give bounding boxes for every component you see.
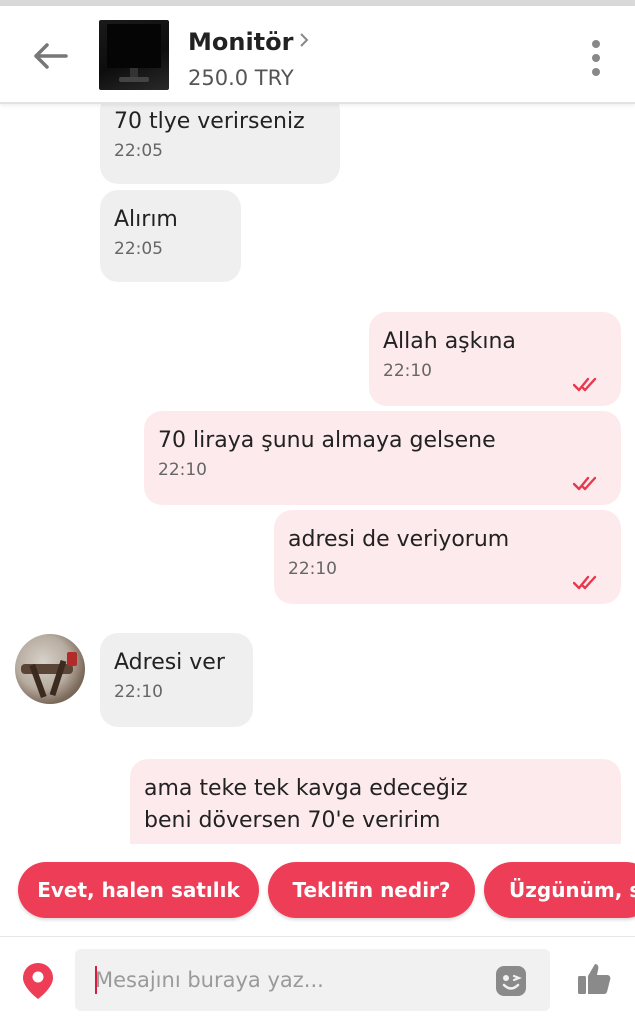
message-time: 22:10 bbox=[158, 460, 207, 480]
quick-replies: Evet, halen satılık Teklifin nedir? Üzgü… bbox=[0, 854, 635, 926]
quick-reply-button[interactable]: Teklifin nedir? bbox=[268, 862, 475, 918]
back-button[interactable] bbox=[26, 34, 74, 78]
emoji-icon[interactable] bbox=[494, 964, 528, 998]
message-text: 70 liraya şunu almaya gelsene bbox=[158, 428, 496, 453]
product-price: 250.0 TRY bbox=[188, 66, 294, 90]
message-bubble-outgoing[interactable]: ama teke tek kavga edeceğiz beni döverse… bbox=[130, 759, 621, 844]
message-input[interactable] bbox=[95, 962, 475, 998]
arrow-left-icon bbox=[34, 43, 68, 69]
double-check-icon bbox=[573, 476, 597, 491]
quick-reply-button[interactable]: Üzgünüm, s bbox=[484, 862, 635, 918]
double-check-icon bbox=[573, 575, 597, 590]
message-time: 22:05 bbox=[114, 239, 163, 259]
double-check-icon bbox=[573, 377, 597, 392]
message-bubble-incoming[interactable]: Adresi ver 22:10 bbox=[100, 633, 253, 727]
message-time: 22:05 bbox=[114, 141, 163, 161]
message-text: 70 tlye verirseniz bbox=[114, 109, 305, 134]
product-thumbnail[interactable] bbox=[99, 20, 169, 90]
chat-header: Monitör 250.0 TRY bbox=[0, 6, 635, 104]
message-text: Allah aşkına bbox=[383, 329, 516, 354]
message-time: 22:10 bbox=[114, 682, 163, 702]
location-pin-icon[interactable] bbox=[20, 961, 56, 1001]
quick-reply-button[interactable]: Evet, halen satılık bbox=[18, 862, 259, 918]
message-bubble-outgoing[interactable]: adresi de veriyorum 22:10 bbox=[274, 510, 621, 604]
message-bubble-outgoing[interactable]: Allah aşkına 22:10 bbox=[369, 312, 621, 406]
more-options-button[interactable] bbox=[584, 36, 608, 80]
message-bubble-incoming[interactable]: Alırım 22:05 bbox=[100, 190, 241, 282]
product-title-link[interactable]: Monitör bbox=[188, 28, 309, 56]
message-text: Alırım bbox=[114, 207, 178, 232]
message-list[interactable]: 70 tlye verirseniz 22:05 Alırım 22:05 Al… bbox=[0, 104, 635, 844]
message-text: Adresi ver bbox=[114, 650, 225, 675]
sender-avatar[interactable] bbox=[15, 634, 85, 704]
message-bubble-incoming[interactable]: 70 tlye verirseniz 22:05 bbox=[100, 104, 340, 184]
message-bubble-outgoing[interactable]: 70 liraya şunu almaya gelsene 22:10 bbox=[144, 411, 621, 505]
chevron-right-icon bbox=[300, 33, 309, 47]
message-time: 22:10 bbox=[288, 559, 337, 579]
message-text: ama teke tek kavga edeceğiz beni döverse… bbox=[144, 776, 468, 833]
more-vertical-icon bbox=[592, 40, 600, 76]
message-input-container[interactable] bbox=[75, 949, 550, 1011]
message-text: adresi de veriyorum bbox=[288, 527, 510, 552]
message-composer bbox=[0, 936, 635, 1019]
thumbs-up-icon[interactable] bbox=[574, 959, 614, 999]
product-title: Monitör bbox=[188, 28, 294, 56]
